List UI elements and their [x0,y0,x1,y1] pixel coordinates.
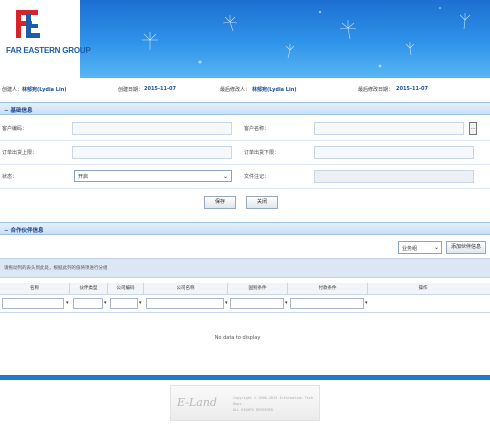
form-row-customer: 客户编码： 客户名称： ... [0,117,490,141]
order-lower-input[interactable] [314,146,474,159]
partner-section-title: − 合作伙伴信息 [4,228,44,234]
grid-header: 名称 伙伴类型 公司编码 公司名称 国别条件 付款条件 操作 [0,283,490,295]
status-select-value: 开启 [78,174,89,180]
column-header[interactable]: 公司名称 [144,283,228,295]
doc-mark-label: 文件注记： [244,174,270,180]
status-select[interactable]: 开启 ⌄ [74,170,232,182]
doc-mark-input[interactable] [314,170,474,183]
basic-info-title: − 基础信息 [4,108,33,114]
logo-area: FAR EASTERN GROUP [0,0,91,78]
column-header[interactable]: 名称 [0,283,70,295]
app-header: FAR EASTERN GROUP [0,0,490,78]
filter-country-input[interactable] [230,298,284,309]
order-upper-label: 订单出货上限： [2,150,38,156]
filter-company-code-input[interactable] [110,298,138,309]
dandelion-decoration [142,7,471,68]
customer-code-label: 客户编码： [2,126,28,132]
add-partner-button[interactable]: 添加伙伴信息 [446,241,486,254]
created-date-value: 2015-11-07 [144,86,176,92]
creator-value: 林郁宛(Lydia Lin) [22,87,67,93]
column-header[interactable]: 伙伴类型 [70,283,108,295]
modifier-label: 最后修改人： [220,87,251,93]
partner-type-select[interactable]: 业务组 ⌄ [398,241,442,254]
close-button[interactable]: 关闭 [246,196,278,209]
save-button[interactable]: 保存 [204,196,236,209]
status-label: 状态： [2,174,18,180]
modified-date-value: 2015-11-07 [396,86,428,92]
order-upper-input[interactable] [72,146,232,159]
grid-filter-row: ▾ ▾ ▾ ▾ ▾ ▾ [0,297,490,311]
basic-info-section-header[interactable]: − 基础信息 [0,102,490,115]
partner-type-select-value: 业务组 [402,246,418,252]
filter-name-input[interactable] [2,298,64,309]
filter-dropdown-icon[interactable]: ▾ [139,300,142,306]
filter-dropdown-icon[interactable]: ▾ [365,300,368,306]
customer-name-input[interactable] [314,122,464,135]
creator-label: 创建人： [2,87,23,93]
customer-code-input[interactable] [72,122,232,135]
partner-section-header[interactable]: − 合作伙伴信息 [0,222,490,235]
modifier-value: 林郁宛(Lydia Lin) [252,87,297,93]
company-name: FAR EASTERN GROUP [6,46,91,55]
group-by-panel[interactable]: 请拖动列的表头到此处，根据此列的值将项进行分组 [0,258,490,278]
group-by-hint: 请拖动列的表头到此处，根据此列的值将项进行分组 [4,266,108,271]
modified-date-label: 最后修改日期： [358,87,394,93]
copyright-text: Copyright © 2006-2015 Information Tech D… [233,396,314,412]
filter-payment-input[interactable] [290,298,364,309]
filter-dropdown-icon[interactable]: ▾ [285,300,288,306]
column-header[interactable]: 操作 [368,283,478,295]
grid-empty-message: No data to display [214,335,261,341]
record-info-bar: 创建人： 林郁宛(Lydia Lin) 创建日期： 2015-11-07 最后修… [0,84,490,94]
form-row-status: 状态： 开启 ⌄ 文件注记： [0,165,490,189]
eland-logo: E-Land [177,396,217,409]
form-row-order-limit: 订单出货上限： 订单出货下限： [0,141,490,165]
column-header[interactable]: 公司编码 [108,283,144,295]
chevron-down-icon: ⌄ [222,173,228,180]
order-lower-label: 订单出货下限： [244,150,280,156]
created-date-label: 创建日期： [118,87,144,93]
far-eastern-logo-icon [16,10,40,38]
filter-partner-type-input[interactable] [73,298,103,309]
grid-body: No data to display [0,312,490,374]
customer-name-label: 客户名称： [244,126,270,132]
filter-dropdown-icon[interactable]: ▾ [225,300,228,306]
column-header[interactable]: 国别条件 [228,283,288,295]
filter-company-name-input[interactable] [146,298,224,309]
footer-brand: E-Land Copyright © 2006-2015 Information… [170,385,320,421]
column-header[interactable]: 付款条件 [288,283,368,295]
footer: E-Land Copyright © 2006-2015 Information… [0,380,490,437]
chevron-down-icon: ⌄ [433,244,439,251]
filter-dropdown-icon[interactable]: ▾ [66,300,69,306]
filter-dropdown-icon[interactable]: ▾ [104,300,107,306]
customer-lookup-button[interactable]: ... [469,122,477,135]
